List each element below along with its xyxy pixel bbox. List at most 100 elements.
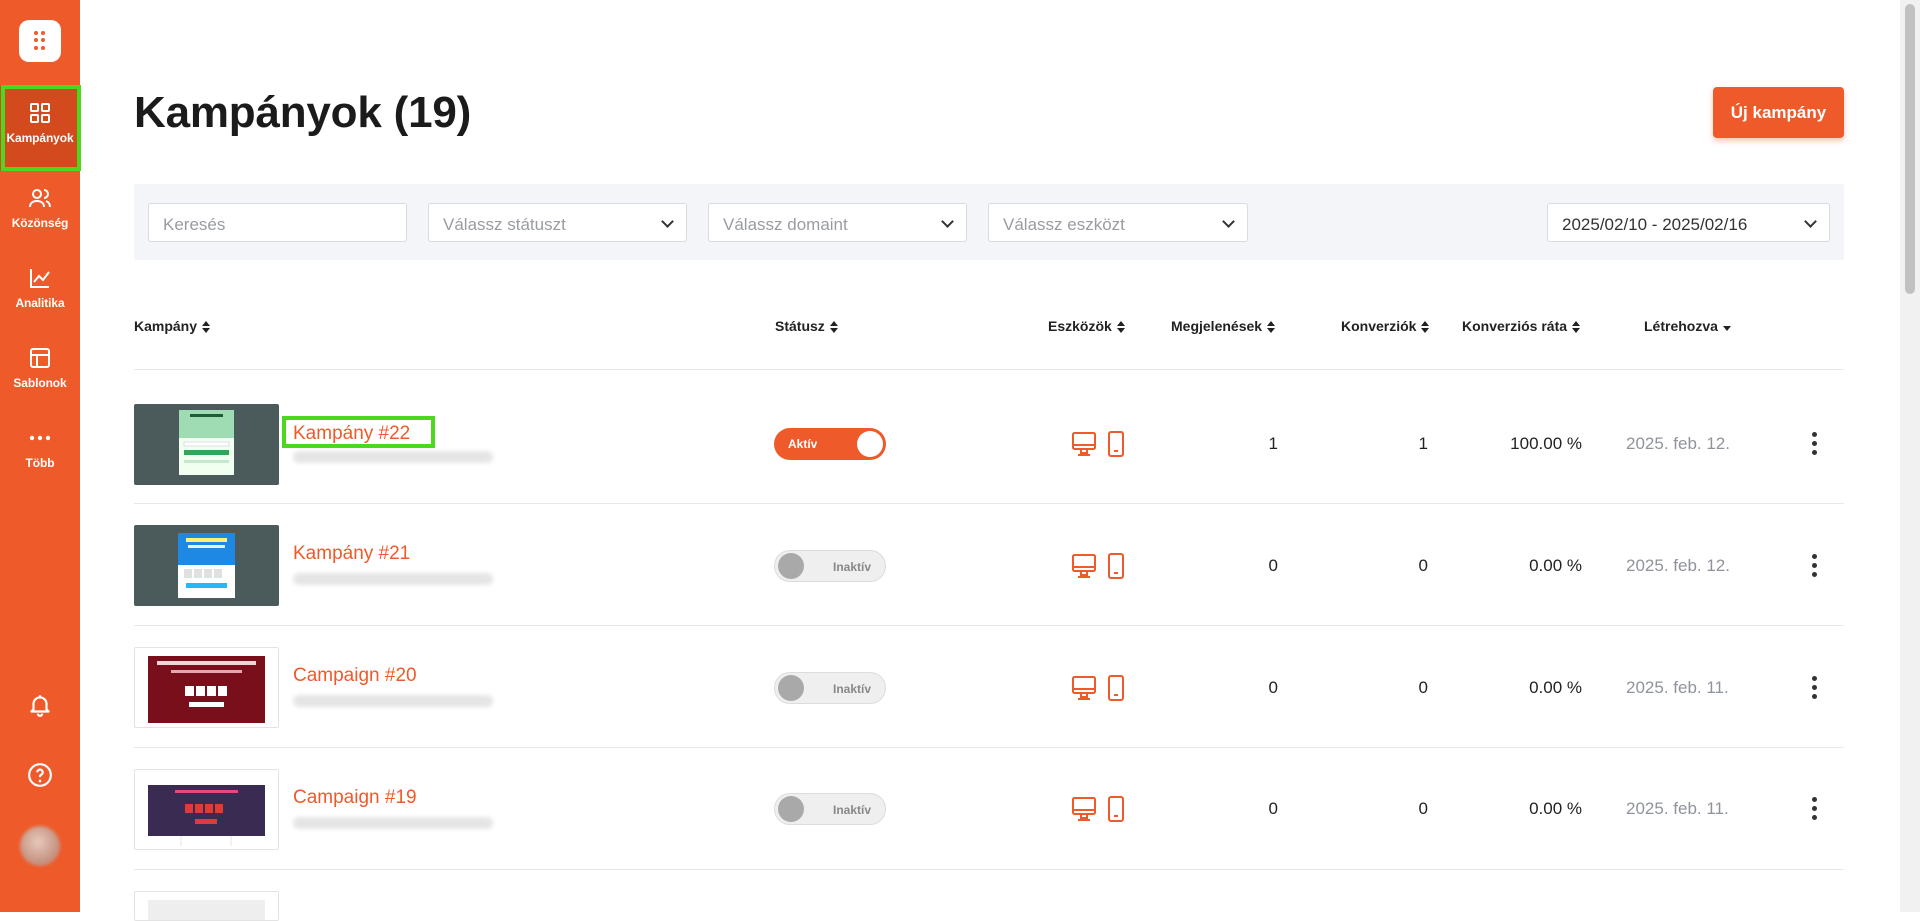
device-select-label: Válassz eszközt xyxy=(1003,215,1125,234)
divider xyxy=(134,747,1844,748)
campaign-thumbnail[interactable] xyxy=(134,647,279,728)
campaign-name-link[interactable]: Kampány #21 xyxy=(293,543,410,565)
status-toggle-label: Inaktív xyxy=(832,682,871,696)
column-header-label: Megjelenések xyxy=(1171,318,1263,334)
campaign-name-link[interactable]: Kampány #22 xyxy=(293,423,410,445)
sidebar-item-campaigns[interactable]: Kampányok xyxy=(0,85,80,171)
chevron-down-icon xyxy=(941,215,954,228)
page-title: Kampányok (19) xyxy=(134,88,472,137)
status-toggle[interactable]: Inaktív xyxy=(774,550,886,582)
conversions-value: 0 xyxy=(1418,799,1428,818)
conversion-rate-value: 0.00 % xyxy=(1529,799,1582,818)
column-header-status[interactable]: Státusz xyxy=(775,318,838,334)
column-header-conversions[interactable]: Konverziók xyxy=(1341,318,1430,334)
column-header-impressions[interactable]: Megjelenések xyxy=(1171,318,1276,334)
chevron-down-icon xyxy=(1804,215,1817,228)
campaign-thumbnail[interactable] xyxy=(134,525,279,606)
domain-select-label: Válassz domaint xyxy=(723,215,848,234)
date-range-label: 2025/02/10 - 2025/02/16 xyxy=(1562,215,1748,234)
campaign-domain xyxy=(293,695,493,707)
status-toggle-label: Inaktív xyxy=(832,560,871,574)
row-menu-button[interactable] xyxy=(1808,432,1820,458)
column-header-conversion-rate[interactable]: Konverziós ráta xyxy=(1462,318,1581,334)
campaign-domain xyxy=(293,817,493,829)
status-toggle[interactable]: Aktív xyxy=(774,428,886,460)
created-date: 2025. feb. 11. xyxy=(1626,678,1729,697)
campaign-thumbnail[interactable] xyxy=(134,891,279,921)
campaign-name-link[interactable]: Campaign #20 xyxy=(293,665,417,687)
chart-line-icon xyxy=(30,269,50,288)
sidebar-item-label: Közönség xyxy=(11,216,69,230)
conversions-value: 0 xyxy=(1418,556,1428,575)
search-input[interactable]: Keresés xyxy=(148,203,407,242)
impressions-value: 0 xyxy=(1268,678,1278,697)
table-row: Kampány #21 Inaktív 0 0 0.00 % 2025. feb… xyxy=(0,525,1920,647)
users-icon xyxy=(29,189,51,208)
sort-icon xyxy=(1421,321,1430,334)
grid-icon xyxy=(30,103,50,123)
created-date: 2025. feb. 11. xyxy=(1626,799,1729,818)
device-select[interactable]: Válassz eszközt xyxy=(988,203,1248,242)
sidebar-item-label: Kampányok xyxy=(6,131,74,145)
mobile-icon xyxy=(1108,675,1124,701)
column-header-label: Konverziós ráta xyxy=(1462,318,1568,334)
domain-select[interactable]: Válassz domaint xyxy=(708,203,967,242)
filter-bar: Keresés Válassz státuszt Válassz domaint… xyxy=(134,184,1844,260)
conversions-value: 1 xyxy=(1418,434,1428,453)
column-header-campaign[interactable]: Kampány xyxy=(134,318,211,334)
campaign-domain xyxy=(293,451,493,463)
desktop-icon xyxy=(1072,554,1096,578)
sidebar-item-analytics[interactable]: Analitika xyxy=(0,250,80,330)
thumbnail-image xyxy=(178,533,235,598)
scrollbar[interactable] xyxy=(1900,0,1920,912)
conversion-rate-value: 100.00 % xyxy=(1510,434,1582,453)
row-menu-button[interactable] xyxy=(1808,554,1820,580)
chevron-down-icon xyxy=(661,215,674,228)
app-logo[interactable] xyxy=(19,20,61,62)
thumbnail-image xyxy=(179,410,234,475)
new-campaign-button[interactable]: Új kampány xyxy=(1713,87,1844,138)
conversions-value: 0 xyxy=(1418,678,1428,697)
campaign-thumbnail[interactable] xyxy=(134,404,279,485)
row-menu-button[interactable] xyxy=(1808,797,1820,823)
device-icons xyxy=(1072,431,1124,457)
campaign-domain xyxy=(293,573,493,585)
created-date: 2025. feb. 12. xyxy=(1626,556,1730,575)
sidebar-item-label: Analitika xyxy=(15,296,65,310)
thumbnail-image xyxy=(148,900,265,920)
column-header-label: Eszközök xyxy=(1048,318,1112,334)
date-range-picker[interactable]: 2025/02/10 - 2025/02/16 xyxy=(1547,203,1830,242)
scrollbar-thumb[interactable] xyxy=(1905,4,1915,294)
status-select[interactable]: Válassz státuszt xyxy=(428,203,687,242)
column-header-label: Létrehozva xyxy=(1644,318,1718,334)
logo-dots-icon xyxy=(34,31,46,51)
created-date: 2025. feb. 12. xyxy=(1626,434,1730,453)
device-icons xyxy=(1072,796,1124,822)
sort-icon xyxy=(202,321,211,334)
device-icons xyxy=(1072,553,1124,579)
thumbnail-image xyxy=(148,656,265,723)
row-menu-button[interactable] xyxy=(1808,676,1820,702)
sidebar-item-templates[interactable]: Sablonok xyxy=(0,330,80,410)
conversion-rate-value: 0.00 % xyxy=(1529,556,1582,575)
table-row: Kampány #22 Aktív 1 1 100.00 % 2025. feb… xyxy=(0,404,1920,526)
divider xyxy=(134,869,1844,870)
desktop-icon xyxy=(1072,676,1096,700)
desktop-icon xyxy=(1072,432,1096,456)
column-header-label: Konverziók xyxy=(1341,318,1417,334)
divider xyxy=(134,503,1844,504)
status-toggle[interactable]: Inaktív xyxy=(774,793,886,825)
device-icons xyxy=(1072,675,1124,701)
sort-icon xyxy=(829,321,838,334)
status-toggle[interactable]: Inaktív xyxy=(774,672,886,704)
table-row: Campaign #20 Inaktív 0 0 0.00 % 2025. fe… xyxy=(0,647,1920,769)
sidebar-item-audience[interactable]: Közönség xyxy=(0,170,80,250)
mobile-icon xyxy=(1108,553,1124,579)
column-header-created[interactable]: Létrehozva xyxy=(1644,318,1731,334)
table-row: Campaign #19 Inaktív 0 0 0.00 % 2025. fe… xyxy=(0,769,1920,891)
column-header-devices[interactable]: Eszközök xyxy=(1048,318,1125,334)
layout-icon xyxy=(30,348,50,368)
campaign-thumbnail[interactable] xyxy=(134,769,279,850)
campaign-name-link[interactable]: Campaign #19 xyxy=(293,787,417,809)
thumbnail-image xyxy=(148,785,265,846)
